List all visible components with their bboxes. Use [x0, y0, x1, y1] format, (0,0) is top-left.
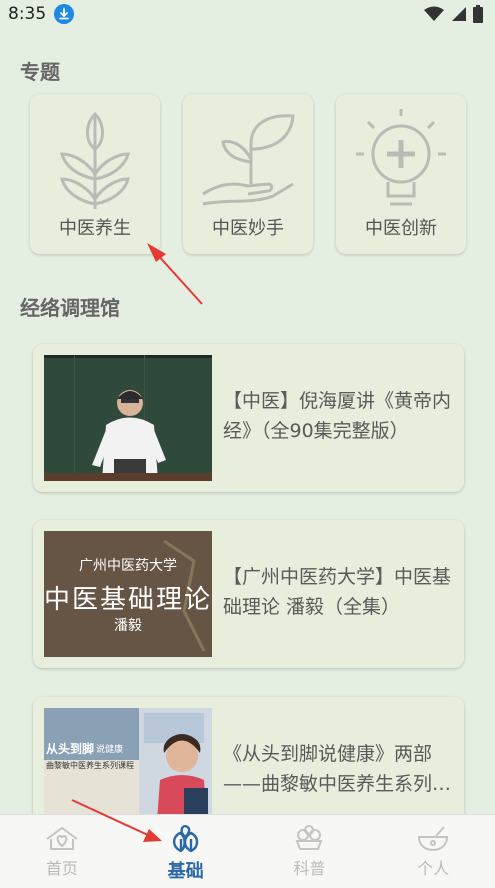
battery-icon: [473, 5, 483, 23]
topic-label: 中医妙手: [212, 218, 284, 239]
thumb-line-3: 曲黎敏中医养生系列课程: [46, 761, 134, 770]
nav-label: 个人: [417, 859, 450, 878]
course-card[interactable]: 【中医】倪海厦讲《黄帝内经》（全90集完整版）: [33, 344, 464, 492]
signal-icon: [452, 7, 466, 21]
nav-item-basics[interactable]: 基础: [124, 815, 248, 888]
nav-item-profile[interactable]: 个人: [371, 815, 495, 888]
home-heart-icon: [46, 826, 78, 850]
course-thumbnail: 广州中医药大学 中医基础理论 潘毅: [44, 531, 212, 657]
course-title: 【中医】倪海厦讲《黄帝内经》（全90集完整版）: [223, 390, 452, 442]
course-title: 【广州中医药大学】中医基础理论 潘毅（全集）: [223, 566, 452, 618]
hall-title: 经络调理馆: [20, 296, 120, 320]
thumb-line-2: 说健康: [96, 745, 124, 755]
mortar-icon: [418, 826, 449, 851]
nav-label: 首页: [45, 859, 78, 878]
bottom-nav: 首页 基础 科普 个人: [0, 814, 495, 888]
nav-label: 科普: [293, 859, 326, 878]
nav-item-science[interactable]: 科普: [248, 815, 372, 888]
topic-card-chuangxin[interactable]: 中医创新: [336, 94, 466, 254]
topic-label: 中医创新: [365, 218, 437, 239]
topic-card-yangsheng[interactable]: 中医养生: [30, 94, 160, 254]
wifi-icon: [424, 6, 444, 21]
lightbulb-cross-icon: [356, 109, 446, 206]
thumb-line-3: 潘毅: [114, 618, 142, 634]
status-time: 8:35: [8, 4, 47, 24]
course-title: 《从头到脚说健康》两部——曲黎敏中医养生系列课程: [223, 743, 452, 795]
download-icon: [54, 4, 75, 24]
wheat-icon: [60, 111, 130, 209]
thumb-line-2: 中医基础理论: [44, 585, 212, 615]
thumb-line-1: 从头到脚: [46, 742, 95, 756]
nav-label: 基础: [167, 861, 204, 882]
herbs-icon: [295, 825, 323, 850]
status-bar: 8:35: [0, 0, 495, 28]
course-card[interactable]: 广州中医药大学 中医基础理论 潘毅 【广州中医药大学】中医基础理论 潘毅（全集）: [33, 520, 464, 668]
nav-item-home[interactable]: 首页: [0, 815, 124, 888]
hand-sprout-icon: [202, 114, 295, 206]
leaves-icon: [172, 825, 198, 853]
topic-card-miaoshou[interactable]: 中医妙手: [183, 94, 313, 254]
topic-label: 中医养生: [59, 218, 131, 239]
thumb-line-1: 广州中医药大学: [79, 558, 177, 574]
course-thumbnail: [44, 355, 212, 481]
topics-title: 专题: [20, 60, 60, 84]
